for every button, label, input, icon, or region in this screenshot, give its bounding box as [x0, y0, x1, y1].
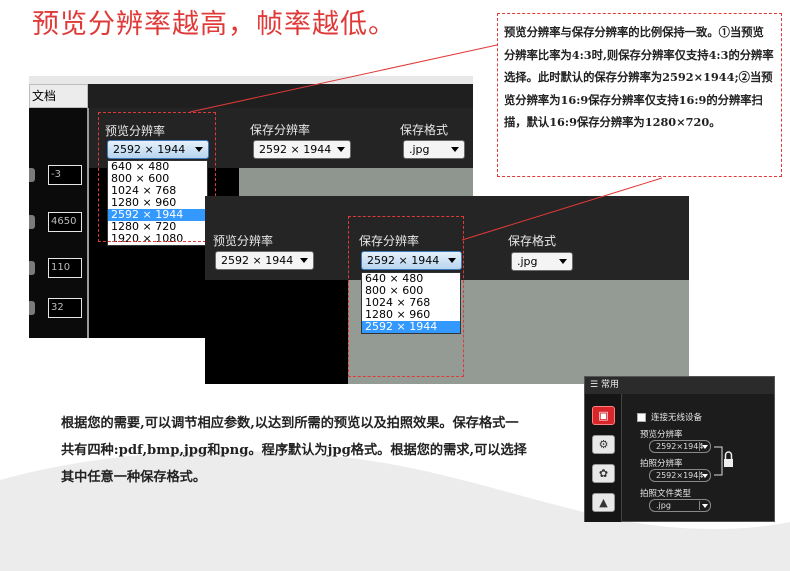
save-format-value: .jpg — [409, 143, 430, 156]
save-format-label: 保存格式 — [400, 123, 449, 137]
chevron-down-icon — [699, 442, 708, 451]
chevron-down-icon — [699, 501, 708, 510]
panel-sidebar: ▣ ⚙ ✿ ▲ — [585, 394, 622, 522]
camera-settings-icon[interactable]: ▣ — [592, 406, 615, 425]
menu-icon: ☰ — [590, 380, 599, 390]
left-panel: -3 4650 110 32 — [29, 108, 89, 338]
value-field-3[interactable]: 110 — [48, 258, 82, 278]
file-type-label: 拍照文件类型 — [640, 489, 692, 499]
callout-box: 预览分辨率与保存分辨率的比例保持一致。①当预览分辨率比率为4:3时,则保存分辨率… — [497, 13, 782, 177]
chevron-down-icon — [300, 258, 308, 263]
settings-panel: ☰ 常用 ▣ ⚙ ✿ ▲ 连接无线设备 预览分辨率 2592×1944 拍照分辨… — [584, 376, 775, 522]
file-type-select[interactable]: .jpg — [649, 499, 711, 512]
chevron-down-icon — [559, 259, 567, 264]
expand-arrow-icon[interactable] — [29, 168, 35, 182]
preview-resolution-select[interactable]: 2592 × 1944 — [215, 251, 314, 270]
expand-arrow-icon[interactable] — [29, 215, 35, 229]
screenshot-settings-2: 预览分辨率 2592 × 1944 保存分辨率 2592 × 1944 保存格式… — [205, 196, 689, 384]
panel-header: ☰ 常用 — [585, 377, 774, 394]
highlight-box — [348, 216, 464, 377]
preview-resolution-value: 2592×1944 — [656, 442, 704, 451]
tab-document[interactable]: 文档 — [29, 84, 88, 108]
expand-arrow-icon[interactable] — [29, 261, 35, 275]
panel-title: 常用 — [600, 380, 619, 390]
headline: 预览分辨率越高，帧率越低。 — [32, 9, 396, 40]
image-icon[interactable]: ▲ — [592, 493, 615, 512]
save-resolution-select[interactable]: 2592 × 1944 — [253, 140, 351, 159]
file-type-value: .jpg — [656, 501, 671, 510]
highlight-box — [98, 112, 216, 242]
tab-bar — [88, 84, 473, 108]
value-field-2[interactable]: 4650 — [48, 212, 82, 232]
preview-resolution-label: 预览分辨率 — [213, 234, 274, 248]
description-text: 根据您的需要,可以调节相应参数,以达到所需的预览以及拍照效果。保存格式一共有四种… — [61, 416, 527, 485]
preview-resolution-select[interactable]: 2592×1944 — [649, 440, 711, 453]
wireless-label: 连接无线设备 — [651, 413, 703, 423]
gear-icon[interactable]: ⚙ — [592, 435, 615, 454]
photo-resolution-value: 2592×1944 — [656, 471, 704, 480]
value-field-4[interactable]: 32 — [48, 298, 82, 318]
value-field-1[interactable]: -3 — [48, 165, 82, 185]
save-resolution-value: 2592 × 1944 — [259, 143, 332, 156]
wireless-checkbox[interactable] — [637, 413, 646, 422]
expand-arrow-icon[interactable] — [29, 301, 35, 315]
photo-resolution-label: 拍照分辨率 — [640, 459, 683, 469]
save-format-label: 保存格式 — [508, 234, 557, 248]
chevron-down-icon — [699, 471, 708, 480]
save-format-value: .jpg — [517, 255, 538, 268]
window-top-strip — [29, 76, 473, 84]
photo-resolution-select[interactable]: 2592×1944 — [649, 469, 711, 482]
lock-icon — [714, 446, 733, 476]
save-format-select[interactable]: .jpg — [403, 140, 465, 159]
palette-icon[interactable]: ✿ — [592, 464, 615, 483]
preview-resolution-value: 2592 × 1944 — [221, 254, 294, 267]
chevron-down-icon — [451, 147, 459, 152]
chevron-down-icon — [337, 147, 345, 152]
callout-text: 预览分辨率与保存分辨率的比例保持一致。①当预览分辨率比率为4:3时,则保存分辨率… — [504, 25, 774, 129]
preview-resolution-label: 预览分辨率 — [640, 430, 683, 440]
save-resolution-label: 保存分辨率 — [250, 123, 311, 137]
save-format-select[interactable]: .jpg — [511, 252, 573, 271]
